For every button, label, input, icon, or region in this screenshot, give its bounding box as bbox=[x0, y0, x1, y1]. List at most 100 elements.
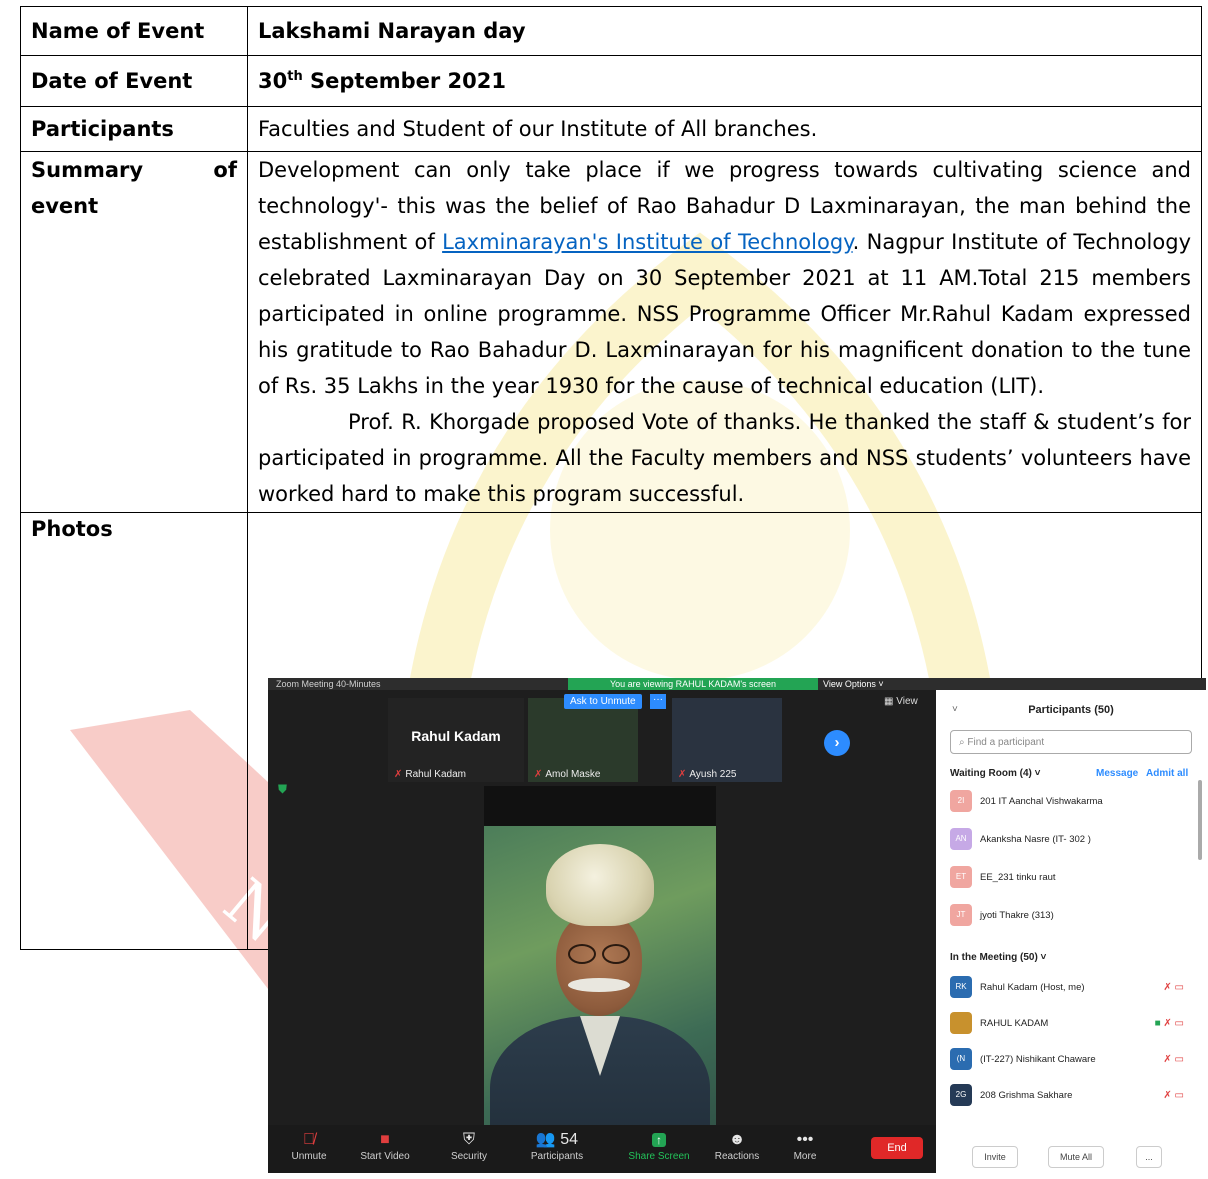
security-button[interactable]: ⛨ Security bbox=[434, 1129, 504, 1162]
more-button[interactable]: ••• More bbox=[770, 1129, 840, 1162]
thumb-tag: ✗ Rahul Kadam bbox=[394, 769, 466, 780]
zoom-titlebar: Zoom Meeting 40-Minutes You are viewing … bbox=[268, 678, 1206, 690]
sharing-muted-icon: ■ ✗ ▭ bbox=[1154, 1018, 1184, 1029]
portrait-turban bbox=[546, 844, 654, 926]
portrait-mustache bbox=[568, 978, 630, 992]
participant-name: RAHUL KADAM bbox=[980, 1018, 1049, 1029]
message-link[interactable]: Message bbox=[1096, 768, 1138, 779]
label-summary: Summary of event bbox=[20, 151, 248, 513]
more-icon: ••• bbox=[796, 1131, 814, 1148]
in-meeting-header[interactable]: In the Meeting (50) ˅ bbox=[950, 952, 1046, 963]
participant-name: 208 Grishma Sakhare bbox=[980, 1090, 1073, 1101]
panel-scrollbar[interactable] bbox=[1198, 780, 1202, 860]
label-event-date: Date of Event bbox=[20, 55, 248, 107]
value-event-date: 30th September 2021 bbox=[247, 55, 1202, 107]
view-button[interactable]: ▦ View bbox=[884, 696, 918, 707]
start-video-label: Start Video bbox=[360, 1151, 410, 1162]
value-summary: Development can only take place if we pr… bbox=[247, 151, 1202, 513]
next-page-arrow-icon[interactable]: › bbox=[824, 730, 850, 756]
participants-title: Participants (50) bbox=[1028, 704, 1114, 716]
row-event-name: Name of Event Lakshami Narayan day bbox=[20, 6, 1202, 56]
meeting-participant[interactable]: 2G 208 Grishma Sakhare ✗ ▭ bbox=[950, 1084, 1190, 1108]
thumb-tag: ✗ Amol Maske bbox=[534, 769, 600, 780]
lit-link[interactable]: Laxminarayan's Institute of Technology bbox=[442, 230, 852, 254]
start-video-button[interactable]: ■ Start Video bbox=[350, 1129, 420, 1162]
reactions-button[interactable]: ☻ Reactions bbox=[702, 1129, 772, 1162]
participant-name: 201 IT Aanchal Vishwakarma bbox=[980, 796, 1103, 807]
participants-panel: ˅ Participants (50) ⌕ Find a participant… bbox=[936, 690, 1206, 1173]
date-suffix: th bbox=[287, 69, 303, 84]
ask-to-unmute-button[interactable]: Ask to Unmute bbox=[564, 694, 642, 709]
summary-paragraph-1: Development can only take place if we pr… bbox=[258, 152, 1191, 404]
mic-muted-icon: ✗ bbox=[394, 769, 403, 780]
participant-name: Rahul Kadam (Host, me) bbox=[980, 982, 1085, 993]
portrait-glasses bbox=[564, 944, 634, 964]
zoom-toolbar: 🎙̸ Unmute ■ Start Video ⛨ Security 👥 54 Part… bbox=[268, 1125, 936, 1173]
avatar: AN bbox=[950, 828, 972, 851]
invite-button[interactable]: Invite bbox=[972, 1146, 1018, 1168]
thumb-tag: ✗ Ayush 225 bbox=[678, 769, 736, 780]
zoom-meeting-screenshot: Zoom Meeting 40-Minutes You are viewing … bbox=[268, 678, 1206, 1173]
row-participants: Participants Faculties and Student of ou… bbox=[20, 106, 1202, 152]
waiting-participant[interactable]: JT jyoti Thakre (313) bbox=[950, 904, 1190, 928]
security-label: Security bbox=[450, 1151, 488, 1162]
participants-label: Participants bbox=[530, 1151, 584, 1162]
value-event-name: Lakshami Narayan day bbox=[247, 6, 1202, 56]
waiting-participant[interactable]: AN Akanksha Nasre (IT- 302 ) bbox=[950, 828, 1190, 852]
more-options-button[interactable]: ... bbox=[1136, 1146, 1162, 1168]
grid-icon: ▦ bbox=[884, 696, 897, 707]
mic-muted-icon: ✗ bbox=[534, 769, 543, 780]
muted-video-off-icon: ✗ ▭ bbox=[1163, 982, 1184, 993]
more-label: More bbox=[793, 1151, 817, 1162]
date-rest: September 2021 bbox=[302, 69, 506, 93]
avatar: ET bbox=[950, 866, 972, 889]
meeting-participant[interactable]: (N (IT-227) Nishikant Chaware ✗ ▭ bbox=[950, 1048, 1190, 1072]
participants-button[interactable]: 👥 54 Participants bbox=[522, 1129, 592, 1162]
zoom-window-title: Zoom Meeting 40-Minutes bbox=[276, 679, 381, 689]
label-participants: Participants bbox=[20, 106, 248, 152]
participant-search-input[interactable]: ⌕ Find a participant bbox=[950, 730, 1192, 754]
thumb-name: Rahul Kadam bbox=[411, 728, 501, 744]
microphone-muted-icon: 🎙̸ bbox=[303, 1131, 315, 1148]
waiting-room-header[interactable]: Waiting Room (4) ˅ bbox=[950, 768, 1040, 779]
muted-video-off-icon: ✗ ▭ bbox=[1163, 1090, 1184, 1101]
reactions-icon: ☻ bbox=[728, 1131, 746, 1148]
thumb-more-button[interactable]: ··· bbox=[650, 694, 666, 709]
label-summary-b: of bbox=[213, 158, 237, 182]
value-participants: Faculties and Student of our Institute o… bbox=[247, 106, 1202, 152]
video-thumb[interactable]: ✗ Ayush 225 bbox=[672, 698, 782, 782]
meeting-participant[interactable]: RK Rahul Kadam (Host, me) ✗ ▭ bbox=[950, 976, 1190, 1000]
mic-muted-icon: ✗ bbox=[678, 769, 687, 780]
view-options-button[interactable]: View Options ˅ bbox=[823, 678, 884, 690]
zoom-stage: Rahul Kadam ✗ Rahul Kadam ✗ Amol Maske ✗ Ay… bbox=[268, 690, 936, 1173]
share-screen-label: Share Screen bbox=[628, 1151, 690, 1162]
label-summary-c: event bbox=[31, 194, 99, 218]
search-placeholder: Find a participant bbox=[967, 737, 1045, 748]
meeting-participant[interactable]: RAHUL KADAM ■ ✗ ▭ bbox=[950, 1012, 1190, 1036]
avatar: JT bbox=[950, 904, 972, 927]
waiting-participant[interactable]: ET EE_231 tinku raut bbox=[950, 866, 1190, 890]
participants-icon: 👥 54 bbox=[535, 1131, 579, 1148]
participant-name: jyoti Thakre (313) bbox=[980, 910, 1054, 921]
avatar: 2I bbox=[950, 790, 972, 813]
video-thumb[interactable]: ✗ Amol Maske bbox=[528, 698, 638, 782]
waiting-participant[interactable]: 2I 201 IT Aanchal Vishwakarma bbox=[950, 790, 1190, 814]
label-photos: Photos bbox=[20, 512, 248, 950]
participant-name: Akanksha Nasre (IT- 302 ) bbox=[980, 834, 1091, 845]
video-thumb[interactable]: Rahul Kadam ✗ Rahul Kadam bbox=[388, 698, 524, 782]
label-event-name: Name of Event bbox=[20, 6, 248, 56]
row-summary: Summary of event Development can only tak… bbox=[20, 151, 1202, 513]
summary-p1-text-after: . Nagpur Institute of Technology celebra… bbox=[258, 230, 1191, 398]
date-day: 30 bbox=[258, 69, 288, 93]
admit-all-link[interactable]: Admit all bbox=[1146, 768, 1188, 779]
reactions-label: Reactions bbox=[714, 1151, 760, 1162]
mute-all-button[interactable]: Mute All bbox=[1048, 1146, 1104, 1168]
unmute-button[interactable]: 🎙̸ Unmute bbox=[274, 1129, 344, 1162]
muted-video-off-icon: ✗ ▭ bbox=[1163, 1054, 1184, 1065]
thumb-tag-name: Amol Maske bbox=[545, 769, 601, 780]
avatar: 2G bbox=[950, 1084, 972, 1107]
avatar: (N bbox=[950, 1048, 972, 1071]
share-screen-button[interactable]: ↑ Share Screen bbox=[624, 1129, 694, 1162]
end-meeting-button[interactable]: End bbox=[871, 1137, 923, 1159]
row-event-date: Date of Event 30th September 2021 bbox=[20, 55, 1202, 107]
